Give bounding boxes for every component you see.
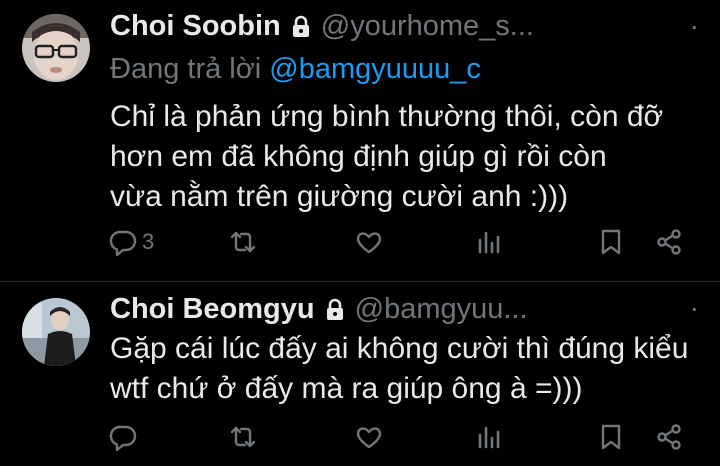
tweet-reply-beomgyu[interactable]: Choi Beomgyu @bamgyuu... · Gặp cái lúc đ… [0, 282, 720, 466]
user-handle[interactable]: @yourhome_s... [321, 10, 534, 43]
reply-count: 3 [142, 229, 155, 254]
tweet-actions: 3 [108, 227, 698, 267]
tweet-text: Gặp cái lúc đấy ai không cười thì đúng k… [110, 332, 689, 405]
reply-icon [109, 230, 137, 257]
bookmark-button[interactable] [596, 422, 626, 452]
display-name[interactable]: Choi Soobin [110, 10, 281, 43]
more-icon[interactable]: · [690, 292, 700, 324]
retweet-icon [230, 231, 256, 253]
views-icon [478, 231, 500, 254]
views-button[interactable] [474, 422, 508, 452]
retweet-button[interactable] [228, 422, 262, 452]
avatar[interactable] [22, 298, 90, 366]
like-button[interactable] [354, 227, 388, 257]
user-handle[interactable]: @bamgyuu... [355, 293, 528, 326]
bookmark-icon [601, 229, 621, 255]
reply-button[interactable]: 3 [108, 227, 154, 257]
tweet-header: Choi Soobin @yourhome_s... [110, 10, 534, 43]
share-icon [657, 424, 681, 450]
lock-icon [291, 14, 311, 40]
share-button[interactable] [654, 227, 684, 257]
avatar[interactable] [22, 14, 90, 82]
retweet-icon [230, 426, 256, 448]
replying-prefix: Đang trả lời [110, 53, 270, 85]
tweet-text: Chỉ là phản ứng bình thường thôi, còn đỡ… [110, 100, 664, 213]
like-icon [356, 427, 382, 449]
like-icon [356, 232, 382, 254]
retweet-button[interactable] [228, 227, 262, 257]
views-button[interactable] [474, 227, 508, 257]
views-icon [478, 426, 500, 449]
reply-button[interactable] [108, 422, 142, 452]
bookmark-button[interactable] [596, 227, 626, 257]
tweet-header: Choi Beomgyu @bamgyuu... [110, 293, 528, 326]
like-button[interactable] [354, 422, 388, 452]
more-icon[interactable]: · [690, 10, 700, 42]
bookmark-icon [601, 424, 621, 450]
reply-icon [109, 425, 137, 452]
replying-to: Đang trả lời @bamgyuuuu_c [110, 53, 481, 86]
mention-link[interactable]: @bamgyuuuu_c [269, 53, 481, 85]
share-icon [657, 229, 681, 255]
lock-icon [325, 297, 345, 323]
display-name[interactable]: Choi Beomgyu [110, 293, 315, 326]
tweet-actions [108, 422, 698, 462]
share-button[interactable] [654, 422, 684, 452]
tweet-reply-soobin[interactable]: Choi Soobin @yourhome_s... · Đang trả lờ… [0, 0, 720, 282]
